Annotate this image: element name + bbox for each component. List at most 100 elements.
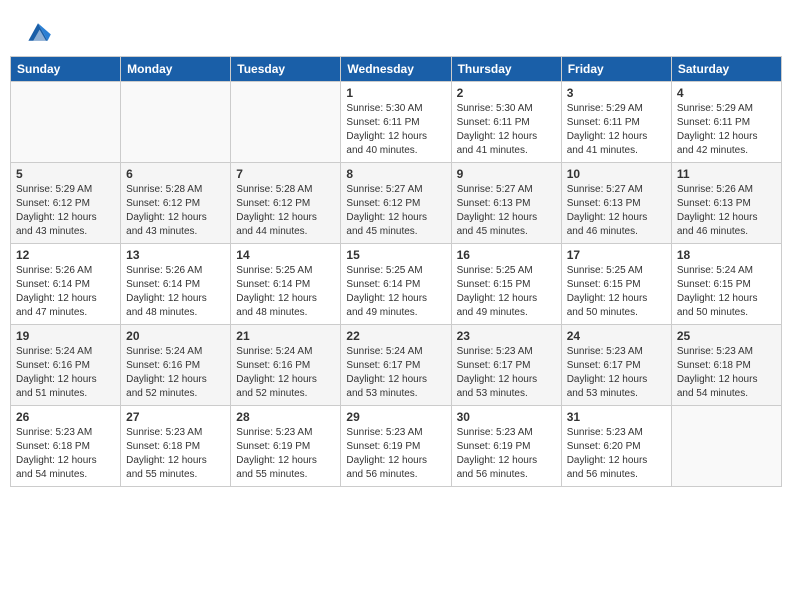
day-info: Sunrise: 5:23 AM Sunset: 6:18 PM Dayligh… — [677, 345, 776, 401]
calendar-cell: 16 Sunrise: 5:25 AM Sunset: 6:15 PM Dayli… — [451, 244, 561, 325]
day-number: 18 — [677, 248, 776, 262]
day-info: Sunrise: 5:26 AM Sunset: 6:14 PM Dayligh… — [126, 264, 225, 320]
calendar-cell — [671, 406, 781, 487]
calendar-cell — [121, 82, 231, 163]
day-info: Sunrise: 5:30 AM Sunset: 6:11 PM Dayligh… — [346, 102, 445, 158]
day-number: 5 — [16, 167, 115, 181]
day-number: 23 — [457, 329, 556, 343]
calendar-cell: 8Sunrise: 5:27 AM Sunset: 6:12 PM Daylig… — [341, 163, 451, 244]
day-number: 24 — [567, 329, 666, 343]
day-number: 4 — [677, 86, 776, 100]
weekday-header: Friday — [561, 57, 671, 82]
day-number: 7 — [236, 167, 335, 181]
day-info: Sunrise: 5:29 AM Sunset: 6:11 PM Dayligh… — [567, 102, 666, 158]
calendar-cell: 18 Sunrise: 5:24 AM Sunset: 6:15 PM Dayli… — [671, 244, 781, 325]
day-number: 3 — [567, 86, 666, 100]
day-number: 20 — [126, 329, 225, 343]
calendar-cell: 30 Sunrise: 5:23 AM Sunset: 6:19 PM Dayli… — [451, 406, 561, 487]
weekday-header: Saturday — [671, 57, 781, 82]
day-number: 1 — [346, 86, 445, 100]
calendar-week-row: 12 Sunrise: 5:26 AM Sunset: 6:14 PM Dayli… — [11, 244, 782, 325]
calendar-cell — [11, 82, 121, 163]
day-info: Sunrise: 5:23 AM Sunset: 6:18 PM Dayligh… — [16, 426, 115, 482]
day-number: 30 — [457, 410, 556, 424]
day-info: Sunrise: 5:25 AM Sunset: 6:14 PM Dayligh… — [236, 264, 335, 320]
calendar-cell: 22 Sunrise: 5:24 AM Sunset: 6:17 PM Dayli… — [341, 325, 451, 406]
calendar-cell: 2Sunrise: 5:30 AM Sunset: 6:11 PM Daylig… — [451, 82, 561, 163]
weekday-header: Monday — [121, 57, 231, 82]
calendar-cell: 25 Sunrise: 5:23 AM Sunset: 6:18 PM Dayli… — [671, 325, 781, 406]
calendar-cell: 14 Sunrise: 5:25 AM Sunset: 6:14 PM Dayli… — [231, 244, 341, 325]
day-number: 22 — [346, 329, 445, 343]
day-number: 14 — [236, 248, 335, 262]
calendar-cell: 28Sunrise: 5:23 AM Sunset: 6:19 PM Dayli… — [231, 406, 341, 487]
day-info: Sunrise: 5:27 AM Sunset: 6:13 PM Dayligh… — [567, 183, 666, 239]
weekday-header: Sunday — [11, 57, 121, 82]
day-info: Sunrise: 5:23 AM Sunset: 6:19 PM Dayligh… — [346, 426, 445, 482]
day-info: Sunrise: 5:24 AM Sunset: 6:16 PM Dayligh… — [236, 345, 335, 401]
day-number: 8 — [346, 167, 445, 181]
day-number: 27 — [126, 410, 225, 424]
calendar-week-row: 19 Sunrise: 5:24 AM Sunset: 6:16 PM Dayli… — [11, 325, 782, 406]
day-number: 10 — [567, 167, 666, 181]
day-info: Sunrise: 5:23 AM Sunset: 6:17 PM Dayligh… — [457, 345, 556, 401]
day-number: 19 — [16, 329, 115, 343]
day-info: Sunrise: 5:25 AM Sunset: 6:15 PM Dayligh… — [567, 264, 666, 320]
day-number: 9 — [457, 167, 556, 181]
day-info: Sunrise: 5:25 AM Sunset: 6:14 PM Dayligh… — [346, 264, 445, 320]
calendar-week-row: 1 Sunrise: 5:30 AM Sunset: 6:11 PM Daylig… — [11, 82, 782, 163]
day-number: 25 — [677, 329, 776, 343]
calendar-table: SundayMondayTuesdayWednesdayThursdayFrid… — [10, 56, 782, 487]
day-info: Sunrise: 5:27 AM Sunset: 6:13 PM Dayligh… — [457, 183, 556, 239]
calendar-cell: 20 Sunrise: 5:24 AM Sunset: 6:16 PM Dayli… — [121, 325, 231, 406]
day-info: Sunrise: 5:23 AM Sunset: 6:17 PM Dayligh… — [567, 345, 666, 401]
day-info: Sunrise: 5:26 AM Sunset: 6:14 PM Dayligh… — [16, 264, 115, 320]
page-header — [10, 10, 782, 52]
calendar-cell: 15Sunrise: 5:25 AM Sunset: 6:14 PM Dayli… — [341, 244, 451, 325]
calendar-cell: 24 Sunrise: 5:23 AM Sunset: 6:17 PM Dayli… — [561, 325, 671, 406]
day-info: Sunrise: 5:29 AM Sunset: 6:11 PM Dayligh… — [677, 102, 776, 158]
day-number: 13 — [126, 248, 225, 262]
weekday-header: Thursday — [451, 57, 561, 82]
calendar-cell: 13 Sunrise: 5:26 AM Sunset: 6:14 PM Dayli… — [121, 244, 231, 325]
day-number: 31 — [567, 410, 666, 424]
logo — [22, 18, 58, 46]
day-number: 6 — [126, 167, 225, 181]
calendar-cell: 3 Sunrise: 5:29 AM Sunset: 6:11 PM Daylig… — [561, 82, 671, 163]
calendar-week-row: 26 Sunrise: 5:23 AM Sunset: 6:18 PM Dayli… — [11, 406, 782, 487]
weekday-header: Tuesday — [231, 57, 341, 82]
day-info: Sunrise: 5:25 AM Sunset: 6:15 PM Dayligh… — [457, 264, 556, 320]
calendar-cell: 26 Sunrise: 5:23 AM Sunset: 6:18 PM Dayli… — [11, 406, 121, 487]
day-info: Sunrise: 5:24 AM Sunset: 6:15 PM Dayligh… — [677, 264, 776, 320]
day-info: Sunrise: 5:23 AM Sunset: 6:19 PM Dayligh… — [457, 426, 556, 482]
day-info: Sunrise: 5:24 AM Sunset: 6:17 PM Dayligh… — [346, 345, 445, 401]
day-number: 16 — [457, 248, 556, 262]
calendar-cell: 11 Sunrise: 5:26 AM Sunset: 6:13 PM Dayli… — [671, 163, 781, 244]
calendar-cell: 31Sunrise: 5:23 AM Sunset: 6:20 PM Dayli… — [561, 406, 671, 487]
day-info: Sunrise: 5:29 AM Sunset: 6:12 PM Dayligh… — [16, 183, 115, 239]
calendar-cell: 17 Sunrise: 5:25 AM Sunset: 6:15 PM Dayli… — [561, 244, 671, 325]
weekday-header: Wednesday — [341, 57, 451, 82]
calendar-cell: 5 Sunrise: 5:29 AM Sunset: 6:12 PM Daylig… — [11, 163, 121, 244]
day-info: Sunrise: 5:23 AM Sunset: 6:18 PM Dayligh… — [126, 426, 225, 482]
day-info: Sunrise: 5:30 AM Sunset: 6:11 PM Dayligh… — [457, 102, 556, 158]
day-info: Sunrise: 5:24 AM Sunset: 6:16 PM Dayligh… — [126, 345, 225, 401]
calendar-cell: 12 Sunrise: 5:26 AM Sunset: 6:14 PM Dayli… — [11, 244, 121, 325]
calendar-cell: 23 Sunrise: 5:23 AM Sunset: 6:17 PM Dayli… — [451, 325, 561, 406]
day-number: 12 — [16, 248, 115, 262]
day-number: 21 — [236, 329, 335, 343]
calendar-cell: 27 Sunrise: 5:23 AM Sunset: 6:18 PM Dayli… — [121, 406, 231, 487]
calendar-cell: 1 Sunrise: 5:30 AM Sunset: 6:11 PM Daylig… — [341, 82, 451, 163]
day-number: 17 — [567, 248, 666, 262]
calendar-week-row: 5 Sunrise: 5:29 AM Sunset: 6:12 PM Daylig… — [11, 163, 782, 244]
calendar-cell: 7 Sunrise: 5:28 AM Sunset: 6:12 PM Daylig… — [231, 163, 341, 244]
day-info: Sunrise: 5:28 AM Sunset: 6:12 PM Dayligh… — [236, 183, 335, 239]
day-number: 11 — [677, 167, 776, 181]
calendar-cell: 19Sunrise: 5:24 AM Sunset: 6:16 PM Dayli… — [11, 325, 121, 406]
day-info: Sunrise: 5:26 AM Sunset: 6:13 PM Dayligh… — [677, 183, 776, 239]
calendar-cell — [231, 82, 341, 163]
calendar-cell: 29Sunrise: 5:23 AM Sunset: 6:19 PM Dayli… — [341, 406, 451, 487]
day-info: Sunrise: 5:28 AM Sunset: 6:12 PM Dayligh… — [126, 183, 225, 239]
calendar-cell: 9 Sunrise: 5:27 AM Sunset: 6:13 PM Daylig… — [451, 163, 561, 244]
day-number: 26 — [16, 410, 115, 424]
